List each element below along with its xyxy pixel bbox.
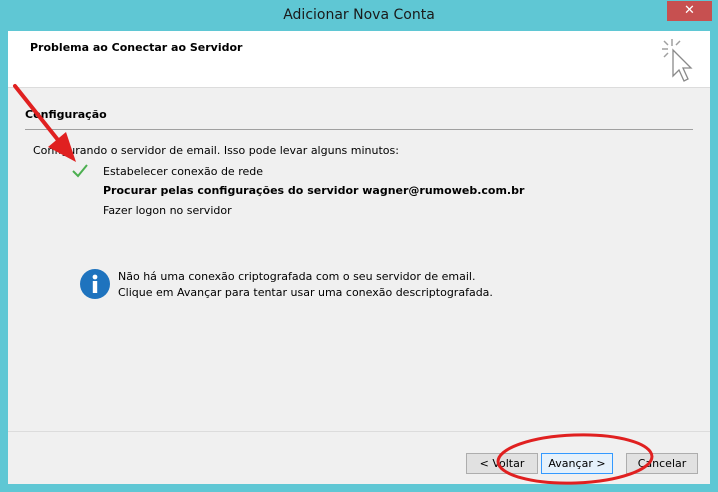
info-message-line2: Clique em Avançar para tentar usar uma c… bbox=[118, 286, 493, 299]
step-search-settings: Procurar pelas configurações do servidor… bbox=[103, 184, 525, 197]
footer-divider bbox=[8, 431, 710, 432]
next-button[interactable]: Avançar > bbox=[541, 453, 613, 474]
title-bar[interactable]: Adicionar Nova Conta ✕ bbox=[0, 0, 718, 31]
dialog-window: Adicionar Nova Conta ✕ Problema ao Conec… bbox=[0, 0, 718, 492]
header-title: Problema ao Conectar ao Servidor bbox=[30, 41, 243, 54]
info-message-line1: Não há uma conexão criptografada com o s… bbox=[118, 270, 476, 283]
check-icon bbox=[72, 164, 88, 178]
header-panel: Problema ao Conectar ao Servidor bbox=[8, 31, 710, 88]
status-text: Configurando o servidor de email. Isso p… bbox=[33, 144, 399, 157]
step-network: Estabelecer conexão de rede bbox=[103, 165, 263, 178]
cursor-click-icon bbox=[662, 39, 693, 82]
section-title: Configuração bbox=[25, 108, 107, 121]
window-title: Adicionar Nova Conta bbox=[283, 7, 435, 23]
section-divider bbox=[25, 129, 693, 130]
step-logon: Fazer logon no servidor bbox=[103, 204, 232, 217]
back-button[interactable]: < Voltar bbox=[466, 453, 538, 474]
info-icon bbox=[80, 269, 110, 299]
close-button[interactable]: ✕ bbox=[667, 1, 712, 21]
dialog-client-area: Problema ao Conectar ao Servidor Configu… bbox=[8, 31, 710, 484]
cancel-button[interactable]: Cancelar bbox=[626, 453, 698, 474]
